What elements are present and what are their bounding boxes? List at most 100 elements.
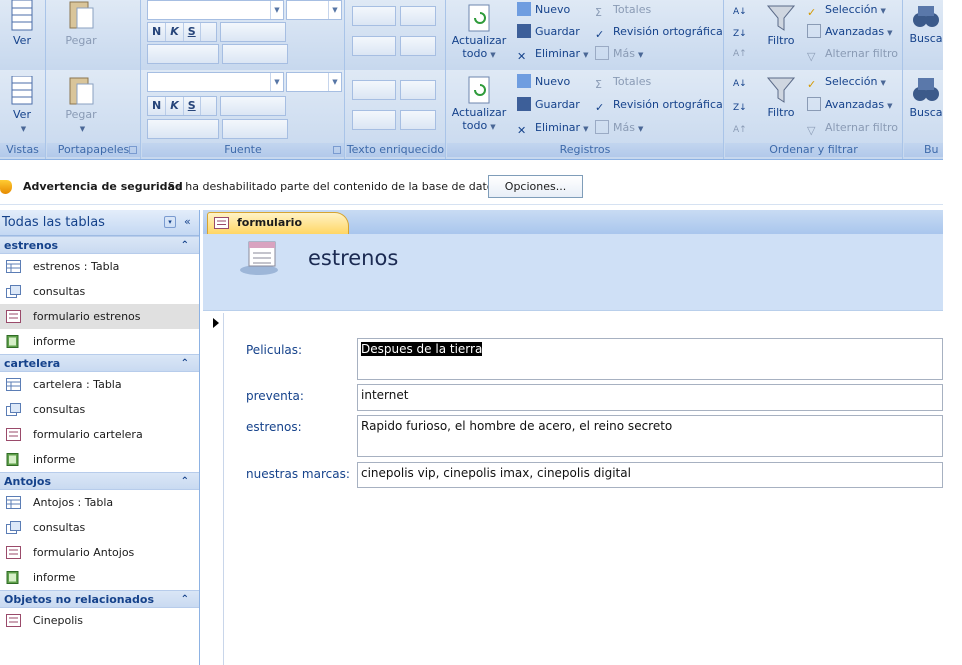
bold-button[interactable]: N — [148, 97, 167, 115]
nav-item-estrenos-table[interactable]: estrenos : Tabla — [0, 254, 199, 279]
font-color-buttons-top[interactable] — [147, 44, 219, 64]
more-button[interactable]: Más ▼ — [595, 118, 643, 138]
dialog-launcher-icon[interactable] — [333, 146, 341, 154]
field-input-estrenos[interactable]: Rapido furioso, el hombre de acero, el r… — [357, 415, 943, 457]
toggle-filter-button-top[interactable]: ▽ Alternar filtro — [807, 44, 898, 64]
list-buttons[interactable] — [352, 110, 396, 130]
advanced-button[interactable]: Avanzadas ▼ — [807, 95, 892, 115]
nav-item-estrenos-query[interactable]: consultas — [0, 279, 199, 304]
spelling-button[interactable]: ✓ Revisión ortográfica — [595, 95, 723, 115]
font-size-combo[interactable]: ▼ — [286, 72, 342, 92]
nav-item-estrenos-form[interactable]: formulario estrenos — [0, 304, 199, 329]
filter-button[interactable]: Filtro — [763, 76, 799, 119]
nav-item-antojos-table[interactable]: Antojos : Tabla — [0, 490, 199, 515]
form-title: estrenos — [308, 246, 399, 270]
nav-item-cartelera-table[interactable]: cartelera : Tabla — [0, 372, 199, 397]
save-record-button[interactable]: Guardar — [517, 95, 580, 115]
binoculars-icon — [913, 78, 939, 101]
nav-item-cartelera-query[interactable]: consultas — [0, 397, 199, 422]
nav-item-cinepolis-form[interactable]: Cinepolis — [0, 608, 199, 633]
nav-group-cartelera[interactable]: cartelera ⌃ — [0, 354, 199, 372]
align-buttons-top[interactable] — [220, 22, 286, 42]
chevron-up-icon[interactable]: ⌃ — [181, 237, 189, 255]
nav-item-estrenos-report[interactable]: informe — [0, 329, 199, 354]
view-button[interactable]: Ver ▼ — [5, 76, 39, 136]
indent-buttons[interactable] — [352, 80, 396, 100]
italic-button[interactable]: K — [166, 23, 184, 41]
binoculars-icon — [913, 6, 939, 27]
nav-group-unrelated[interactable]: Objetos no relacionados ⌃ — [0, 590, 199, 608]
underline-button[interactable]: S — [184, 97, 201, 115]
totals-button-top[interactable]: Σ Totales — [595, 0, 651, 20]
filter-button-top[interactable]: Filtro — [763, 4, 799, 47]
paste-button-top[interactable]: Pegar — [63, 0, 99, 47]
font-name-combo[interactable]: ▼ — [147, 72, 284, 92]
highlight-button-top[interactable] — [400, 36, 436, 56]
list-buttons-top[interactable] — [352, 36, 396, 56]
new-record-button-top[interactable]: Nuevo — [517, 0, 570, 20]
align-buttons[interactable] — [220, 96, 286, 116]
nav-group-antojos[interactable]: Antojos ⌃ — [0, 472, 199, 490]
refresh-all-button[interactable]: Actualizar todo ▼ — [451, 76, 507, 134]
more-button-top[interactable]: Más ▼ — [595, 44, 643, 64]
indent-buttons-top[interactable] — [352, 6, 396, 26]
funnel-icon — [766, 77, 796, 103]
ltr-button[interactable] — [400, 80, 436, 100]
advanced-button-top[interactable]: Avanzadas ▼ — [807, 22, 892, 42]
toggle-filter-button[interactable]: ▽ Alternar filtro — [807, 118, 898, 138]
nav-item-antojos-form[interactable]: formulario Antojos — [0, 540, 199, 565]
underline-button[interactable]: S — [184, 23, 201, 41]
field-input-nuestras-marcas[interactable]: cinepolis vip, cinepolis imax, cinepolis… — [357, 462, 943, 488]
find-button[interactable]: Busca — [908, 76, 943, 119]
collapse-pane-icon[interactable]: « — [184, 215, 191, 228]
new-record-button[interactable]: Nuevo — [517, 72, 570, 92]
refresh-all-button-top[interactable]: Actualizar todo ▼ — [451, 4, 507, 62]
nav-group-estrenos[interactable]: estrenos ⌃ — [0, 236, 199, 254]
ltr-button-top[interactable] — [400, 6, 436, 26]
save-record-button-top[interactable]: Guardar — [517, 22, 580, 42]
spelling-button-top[interactable]: ✓ Revisión ortográfica — [595, 22, 723, 42]
font-size-combo-top[interactable]: ▼ — [286, 0, 342, 20]
paste-label: Pegar — [65, 108, 97, 121]
refresh-label-top: Actualizar — [451, 34, 507, 47]
security-options-button[interactable]: Opciones... — [488, 175, 583, 198]
field-input-peliculas[interactable]: Despues de la tierra — [357, 338, 943, 380]
tab-formulario-estrenos[interactable]: formulario estrenos — [207, 212, 349, 249]
delete-record-button-top[interactable]: ✕ Eliminar ▼ — [517, 44, 588, 64]
chevron-down-icon[interactable]: ▾ — [164, 216, 176, 228]
delete-record-button[interactable]: ✕ Eliminar ▼ — [517, 118, 588, 138]
record-selector[interactable] — [207, 313, 224, 665]
chevron-down-icon[interactable]: ▼ — [328, 73, 341, 91]
chevron-down-icon[interactable]: ▼ — [270, 73, 283, 91]
dialog-launcher-icon[interactable] — [129, 146, 137, 154]
gridline-buttons-top[interactable] — [222, 44, 288, 64]
highlight-button[interactable] — [400, 110, 436, 130]
paste-button[interactable]: Pegar ▼ — [63, 76, 99, 136]
chevron-down-icon[interactable]: ▼ — [328, 1, 341, 19]
nav-item-cartelera-report[interactable]: informe — [0, 447, 199, 472]
chevron-up-icon[interactable]: ⌃ — [181, 355, 189, 373]
selection-button-top[interactable]: ✓ Selección ▼ — [807, 0, 886, 20]
sigma-icon: Σ — [595, 6, 602, 19]
chevron-down-icon[interactable]: ▼ — [270, 1, 283, 19]
selection-button[interactable]: ✓ Selección ▼ — [807, 72, 886, 92]
gridline-buttons[interactable] — [222, 119, 288, 139]
sort-icons[interactable]: A↓ Z↓ A↑ — [732, 74, 748, 136]
bold-button[interactable]: N — [148, 23, 167, 41]
nav-item-antojos-report[interactable]: informe — [0, 565, 199, 590]
nav-item-antojos-query[interactable]: consultas — [0, 515, 199, 540]
spelling-check-icon: ✓ — [595, 101, 605, 114]
italic-button[interactable]: K — [166, 97, 184, 115]
toggle-filter-icon: ▽ — [807, 50, 816, 63]
chevron-up-icon[interactable]: ⌃ — [181, 591, 189, 609]
find-button-top[interactable]: Busca — [908, 4, 944, 45]
view-button-top[interactable]: Ver — [5, 0, 39, 47]
sort-icons-top[interactable]: A↓ Z↓ A↑ — [732, 2, 748, 58]
nav-item-cartelera-form[interactable]: formulario cartelera — [0, 422, 199, 447]
nav-pane-header[interactable]: Todas las tablas ▾ « — [0, 210, 199, 236]
totals-button[interactable]: Σ Totales — [595, 72, 651, 92]
font-color-buttons[interactable] — [147, 119, 219, 139]
chevron-up-icon[interactable]: ⌃ — [181, 473, 189, 491]
field-input-preventa[interactable]: internet — [357, 384, 943, 411]
font-name-combo-top[interactable]: ▼ — [147, 0, 284, 20]
